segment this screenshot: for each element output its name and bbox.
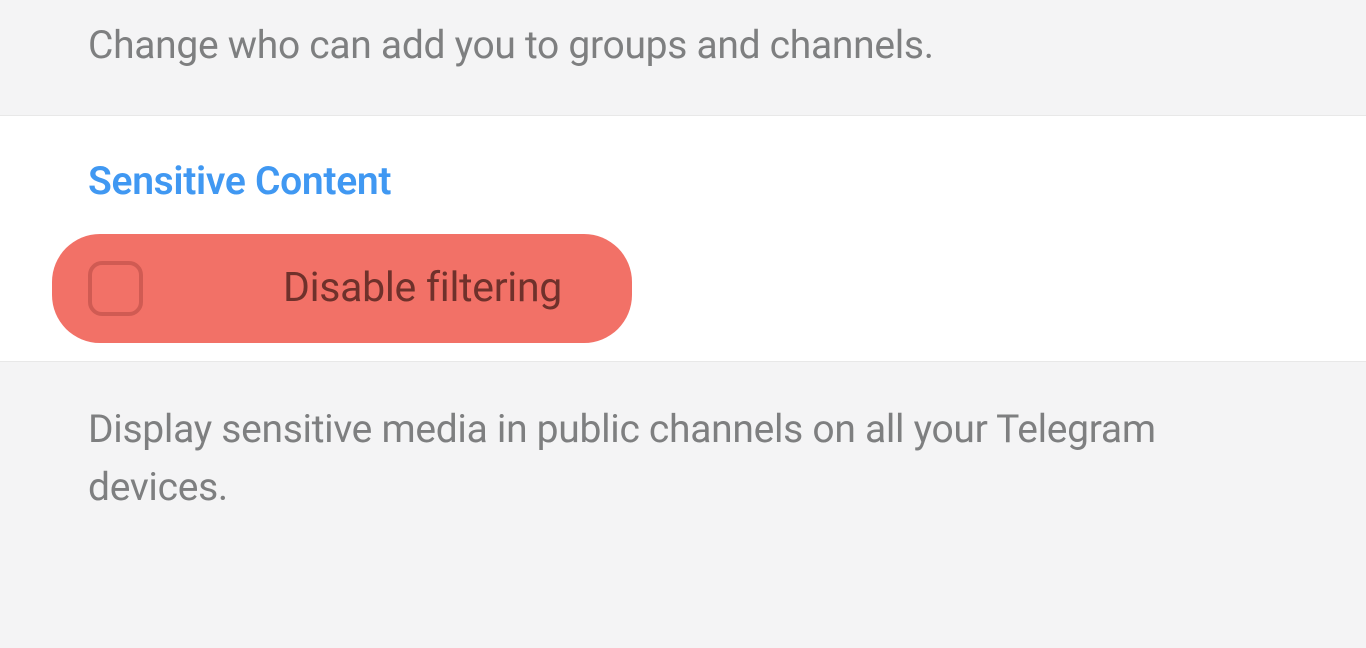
sensitive-content-description-text: Display sensitive media in public channe… — [88, 362, 1278, 537]
groups-description-text: Change who can add you to groups and cha… — [88, 0, 1278, 115]
disable-filtering-row[interactable]: Disable filtering — [52, 234, 632, 343]
disable-filtering-checkbox[interactable] — [88, 261, 143, 316]
groups-description-section: Change who can add you to groups and cha… — [0, 0, 1366, 115]
disable-filtering-label: Disable filtering — [283, 264, 562, 312]
sensitive-content-header: Sensitive Content — [88, 116, 1278, 234]
sensitive-content-section: Sensitive Content Disable filtering — [0, 115, 1366, 362]
sensitive-content-description-section: Display sensitive media in public channe… — [0, 362, 1366, 537]
